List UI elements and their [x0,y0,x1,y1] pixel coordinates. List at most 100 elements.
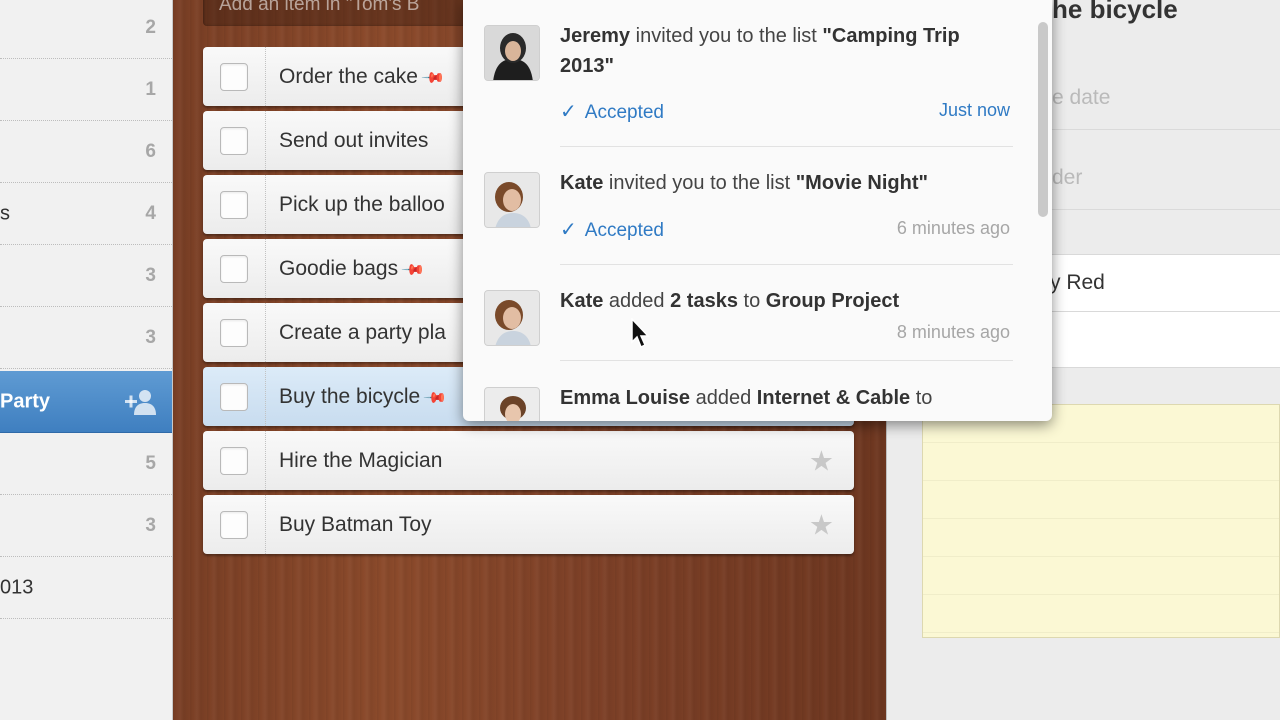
sidebar-item-count: 1 [145,78,156,100]
check-icon: ✓ [560,219,577,241]
status-accepted: ✓ Accepted [560,217,664,242]
status-label: Accepted [584,220,664,241]
sidebar-item[interactable]: 3 [0,307,172,369]
task-title-wrap: Pick up the balloo [279,193,445,217]
task-title-wrap: Hire the Magician [279,449,442,473]
task-divider [265,239,266,298]
sidebar-item[interactable]: 3 [0,495,172,557]
star-icon[interactable]: ★ [809,508,834,541]
notification-text: Kate added 2 tasks to Group Project [560,286,980,316]
avatar [484,387,540,421]
notification-actor: Emma Louise [560,387,691,409]
due-date-field[interactable]: e date [1052,70,1280,130]
sidebar-item-label: 013 [0,576,34,598]
notes-area[interactable] [922,404,1280,638]
status-accepted: ✓ Accepted [560,99,664,124]
task-title: Buy Batman Toy [279,512,432,536]
divider [560,360,1013,361]
notification-text: Emma Louise added Internet & Cable to [560,383,980,413]
sidebar-item-active[interactable]: Party [0,371,172,433]
task-title: Pick up the balloo [279,192,445,216]
sidebar-item[interactable]: s 4 [0,183,172,245]
task-title-wrap: Goodie bags 📌 [279,256,426,283]
avatar [484,172,540,228]
detail-title: he bicycle [1052,0,1178,24]
sidebar-item-count: 5 [145,452,156,474]
status-label: Accepted [584,102,664,123]
task-checkbox[interactable] [220,383,248,411]
notification-actor: Kate [560,290,604,312]
sidebar-item-count: 2 [145,16,156,38]
check-icon: ✓ [560,101,577,123]
sidebar-item[interactable]: 1 [0,59,172,121]
task-checkbox[interactable] [220,63,248,91]
sidebar-item[interactable]: 3 [0,245,172,307]
avatar [484,25,540,81]
avatar [484,290,540,346]
sidebar-item-count: 6 [145,140,156,162]
task-checkbox[interactable] [220,319,248,347]
divider [560,264,1013,265]
task-divider [265,303,266,362]
sidebar: 2 1 6 s 4 3 3 Party 5 3 013 [0,0,173,720]
mouse-cursor-icon [631,317,651,350]
sidebar-item-count: 3 [145,514,156,536]
sidebar-item[interactable]: 6 [0,121,172,183]
task-checkbox[interactable] [220,255,248,283]
notification-time: 6 minutes ago [896,218,1010,238]
notifications-popover: Jeremy invited you to the list "Camping … [463,0,1052,421]
task-divider [265,175,266,234]
notification-count: 2 tasks [670,290,738,312]
add-person-icon[interactable] [124,388,158,416]
notification-action2: to [915,387,933,409]
pin-icon: 📌 [420,65,446,91]
task-divider [265,367,266,426]
task-title: Hire the Magician [279,448,443,472]
notification-actor: Kate [560,172,604,194]
notification-time: 8 minutes ago [896,322,1010,342]
task-title-wrap: Buy Batman Toy [279,513,432,537]
add-item-input[interactable]: Add an item in "Tom's B [203,0,473,26]
task-title-wrap: Send out invites [279,129,428,153]
sidebar-item-count: 4 [145,202,156,224]
due-date-label: e date [1052,86,1111,109]
popover-scrollbar[interactable] [1038,22,1048,217]
task-title-wrap: Order the cake 📌 [279,64,446,91]
sidebar-item[interactable]: 5 [0,433,172,495]
task-title-wrap: Create a party pla [279,321,446,345]
task-title: Goodie bags [279,256,399,280]
task-title: Create a party pla [279,320,446,344]
pin-icon: 📌 [422,385,448,411]
reminder-field[interactable]: der [1052,150,1280,210]
task-row[interactable]: Hire the Magician ★ [203,431,854,490]
notification-target: Group Project [765,290,900,312]
notification-action2: to [743,290,761,312]
star-icon[interactable]: ★ [809,444,834,477]
sidebar-item[interactable]: 2 [0,0,172,59]
task-divider [265,495,266,554]
sidebar-item-label: s [0,202,10,224]
task-checkbox[interactable] [220,127,248,155]
task-title: Order the cake [279,64,418,88]
task-checkbox[interactable] [220,447,248,475]
task-title: Send out invites [279,128,429,152]
task-divider [265,431,266,490]
sidebar-item[interactable]: 013 [0,557,172,619]
task-title-wrap: Buy the bicycle 📌 [279,384,448,411]
notification-action: added [608,290,665,312]
task-checkbox[interactable] [220,511,248,539]
notification-text: Kate invited you to the list "Movie Nigh… [560,168,980,198]
notification-time: Just now [938,100,1010,120]
notification-target: "Movie Night" [795,172,928,194]
sidebar-item-label: Party [0,390,51,412]
task-divider [265,111,266,170]
notification-text: Jeremy invited you to the list "Camping … [560,21,980,81]
task-title: Buy the bicycle [279,384,421,408]
task-divider [265,47,266,106]
notification-target: Internet & Cable [756,387,911,409]
divider [560,146,1013,147]
notification-action: invited you to the list [635,25,817,47]
task-checkbox[interactable] [220,191,248,219]
notification-action: added [695,387,752,409]
task-row[interactable]: Buy Batman Toy ★ [203,495,854,554]
